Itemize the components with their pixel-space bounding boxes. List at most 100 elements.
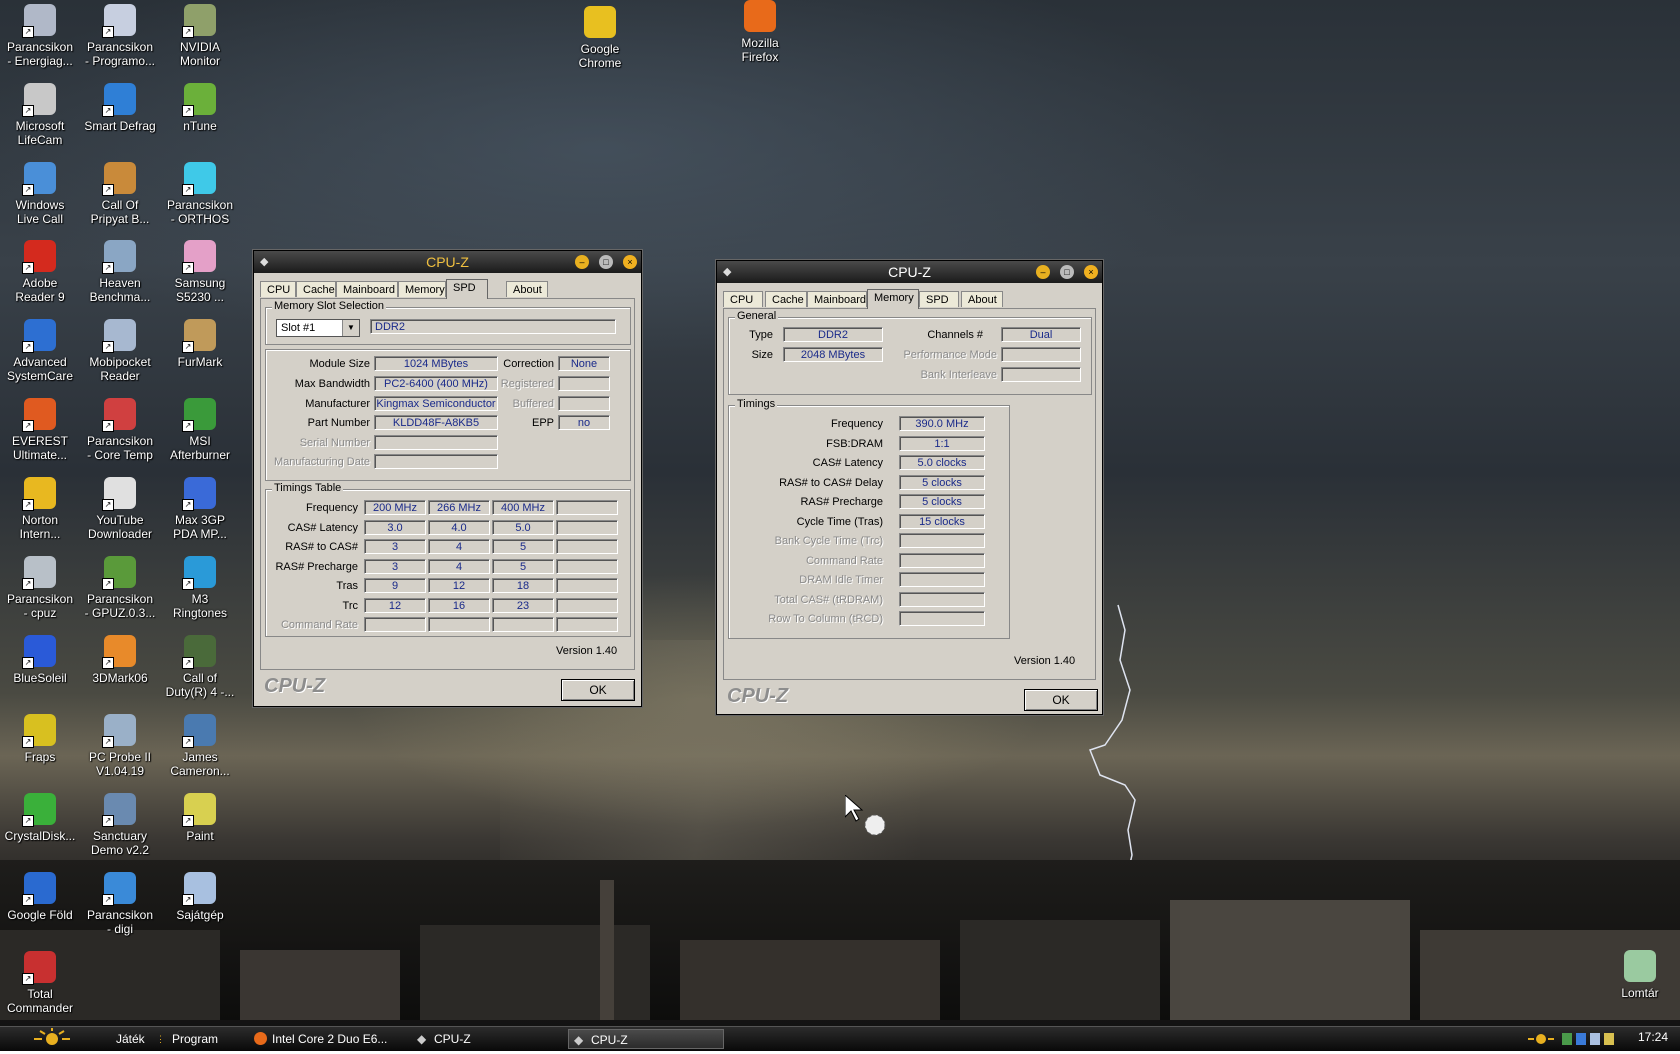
- minimize-button[interactable]: –: [1036, 265, 1050, 279]
- tab-spd[interactable]: SPD: [919, 291, 959, 307]
- tab-mainboard[interactable]: Mainboard: [807, 291, 867, 307]
- desktop-icon[interactable]: ↗ Norton Intern...: [0, 477, 80, 541]
- app-icon: ↗: [182, 319, 216, 353]
- desktop-icon[interactable]: ↗ Fraps: [0, 714, 80, 764]
- desktop-icon[interactable]: ↗ Microsoft LifeCam: [0, 83, 80, 147]
- desktop-icon[interactable]: ↗ EVEREST Ultimate...: [0, 398, 80, 462]
- app-icon: ↗: [22, 4, 56, 38]
- desktop-icon[interactable]: ↗ Parancsikon - digi: [80, 872, 160, 936]
- desktop-icon[interactable]: ↗ PC Probe II V1.04.19: [80, 714, 160, 778]
- desktop-icon-label: MSI: [189, 434, 211, 448]
- desktop-icon[interactable]: ↗ Parancsikon - Programo...: [80, 4, 160, 68]
- taskbar-button-cpuz-2[interactable]: ◆ CPU-Z: [568, 1029, 724, 1049]
- desktop-icon[interactable]: Mozilla Firefox: [720, 0, 800, 64]
- tray-monitor-icon[interactable]: [1590, 1033, 1600, 1045]
- desktop-icon[interactable]: Google Chrome: [560, 6, 640, 70]
- cpuz-window-memory[interactable]: ◆ CPU-Z – □ × CPU Cache Mainboard Memory…: [716, 260, 1103, 715]
- desktop-icon[interactable]: ↗ BlueSoleil: [0, 635, 80, 685]
- desktop-icon-label: Smart Defrag: [84, 119, 156, 133]
- ok-button[interactable]: OK: [561, 679, 635, 701]
- timing-label: CAS# Latency: [812, 457, 883, 469]
- desktop-icon[interactable]: ↗ Google Föld: [0, 872, 80, 922]
- start-button[interactable]: [24, 1027, 80, 1051]
- quicklaunch-jatek[interactable]: Játék: [116, 1030, 145, 1048]
- desktop-icon[interactable]: ↗ Parancsikon - GPUZ.0.3...: [80, 556, 160, 620]
- desktop-icon[interactable]: ↗ 3DMark06: [80, 635, 160, 685]
- tray-network-icon[interactable]: [1576, 1033, 1586, 1045]
- tab-spd[interactable]: SPD: [446, 279, 488, 299]
- version-label: Version 1.40: [1014, 655, 1076, 667]
- quicklaunch-program[interactable]: Program: [172, 1030, 218, 1048]
- performance-mode-value: [1001, 347, 1081, 362]
- desktop-icon[interactable]: ↗ Heaven Benchma...: [80, 240, 160, 304]
- slot-select[interactable]: Slot #1 ▼: [276, 319, 360, 337]
- maximize-button[interactable]: □: [599, 255, 613, 269]
- tab-about[interactable]: About: [961, 291, 1003, 307]
- title-bar[interactable]: ◆ CPU-Z – □ ×: [717, 261, 1102, 283]
- desktop-icon[interactable]: ↗ YouTube Downloader: [80, 477, 160, 541]
- desktop-icon[interactable]: ↗ James Cameron...: [160, 714, 240, 778]
- timing-cell: [556, 558, 618, 574]
- desktop-icon[interactable]: ↗ Call of Duty(R) 4 -...: [160, 635, 240, 699]
- shortcut-arrow-icon: ↗: [22, 262, 34, 274]
- chevron-down-icon[interactable]: ▼: [342, 320, 359, 336]
- desktop-icon[interactable]: ↗ Advanced SystemCare: [0, 319, 80, 383]
- tab-cache[interactable]: Cache: [296, 281, 336, 297]
- timing-label: RAS# Precharge: [800, 496, 883, 508]
- clock[interactable]: 17:24: [1638, 1030, 1668, 1044]
- desktop-icon[interactable]: ↗ Max 3GP PDA MP...: [160, 477, 240, 541]
- taskbar-button-intel[interactable]: Intel Core 2 Duo E6...: [250, 1029, 406, 1049]
- tab-memory[interactable]: Memory: [867, 289, 919, 309]
- shortcut-arrow-icon: ↗: [102, 341, 114, 353]
- close-button[interactable]: ×: [1084, 265, 1098, 279]
- desktop-icon[interactable]: ↗ FurMark: [160, 319, 240, 369]
- desktop-icon-label: Fraps: [24, 750, 56, 764]
- desktop-icon[interactable]: ↗ Call Of Pripyat B...: [80, 162, 160, 226]
- tab-mainboard[interactable]: Mainboard: [336, 281, 398, 297]
- maximize-button[interactable]: □: [1060, 265, 1074, 279]
- desktop-icon[interactable]: ↗ NVIDIA Monitor: [160, 4, 240, 68]
- minimize-button[interactable]: –: [575, 255, 589, 269]
- desktop-icon[interactable]: ↗ Parancsikon - Energiag...: [0, 4, 80, 68]
- timing-value: [899, 533, 985, 548]
- desktop-icon[interactable]: ↗ MSI Afterburner: [160, 398, 240, 462]
- desktop-icon[interactable]: Lomtár: [1600, 950, 1680, 1000]
- tab-cpu[interactable]: CPU: [260, 281, 296, 297]
- timing-cell: [556, 539, 618, 554]
- desktop-icon[interactable]: ↗ Parancsikon - ORTHOS: [160, 162, 240, 226]
- shortcut-arrow-icon: ↗: [182, 105, 194, 117]
- timing-cell: [492, 617, 554, 632]
- tab-cpu[interactable]: CPU: [723, 291, 763, 307]
- desktop-icon[interactable]: ↗ Paint: [160, 793, 240, 843]
- close-button[interactable]: ×: [623, 255, 637, 269]
- desktop-icon[interactable]: ↗ Smart Defrag: [80, 83, 160, 133]
- tab-cache[interactable]: Cache: [765, 291, 807, 307]
- desktop-icon[interactable]: ↗ Sajátgép: [160, 872, 240, 922]
- tray-volume-icon[interactable]: [1604, 1033, 1614, 1045]
- desktop-icon[interactable]: ↗ Windows Live Call: [0, 162, 80, 226]
- timing-row-label: Command Rate: [280, 619, 358, 631]
- app-icon: ↗: [22, 556, 56, 590]
- desktop-icon[interactable]: ↗ Parancsikon - cpuz: [0, 556, 80, 620]
- desktop-icon[interactable]: ↗ Sanctuary Demo v2.2: [80, 793, 160, 857]
- tray-nvidia-icon[interactable]: [1562, 1033, 1572, 1045]
- app-icon: ↗: [22, 240, 56, 274]
- shortcut-arrow-icon: ↗: [182, 420, 194, 432]
- desktop-icon[interactable]: ↗ Adobe Reader 9: [0, 240, 80, 304]
- desktop-icon[interactable]: ↗ M3 Ringtones: [160, 556, 240, 620]
- desktop-icon[interactable]: ↗ Total Commander: [0, 951, 80, 1015]
- taskbar-button-cpuz-1[interactable]: ◆ CPU-Z: [412, 1029, 568, 1049]
- desktop-icon[interactable]: ↗ CrystalDisk...: [0, 793, 80, 843]
- desktop-icon-label: Microsoft: [15, 119, 65, 133]
- desktop-icon[interactable]: ↗ Samsung S5230 ...: [160, 240, 240, 304]
- desktop-icon[interactable]: ↗ nTune: [160, 83, 240, 133]
- ok-button[interactable]: OK: [1024, 689, 1098, 711]
- cpuz-window-spd[interactable]: ◆ CPU-Z – □ × CPU Cache Mainboard Memory…: [253, 250, 642, 707]
- desktop-icon[interactable]: ↗ Mobipocket Reader: [80, 319, 160, 383]
- tab-memory[interactable]: Memory: [398, 281, 446, 297]
- desktop-icon[interactable]: ↗ Parancsikon - Core Temp: [80, 398, 160, 462]
- tab-about[interactable]: About: [506, 281, 548, 297]
- title-bar[interactable]: ◆ CPU-Z – □ ×: [254, 251, 641, 273]
- desktop-icon-label: - digi: [106, 922, 133, 936]
- app-icon: ↗: [22, 635, 56, 669]
